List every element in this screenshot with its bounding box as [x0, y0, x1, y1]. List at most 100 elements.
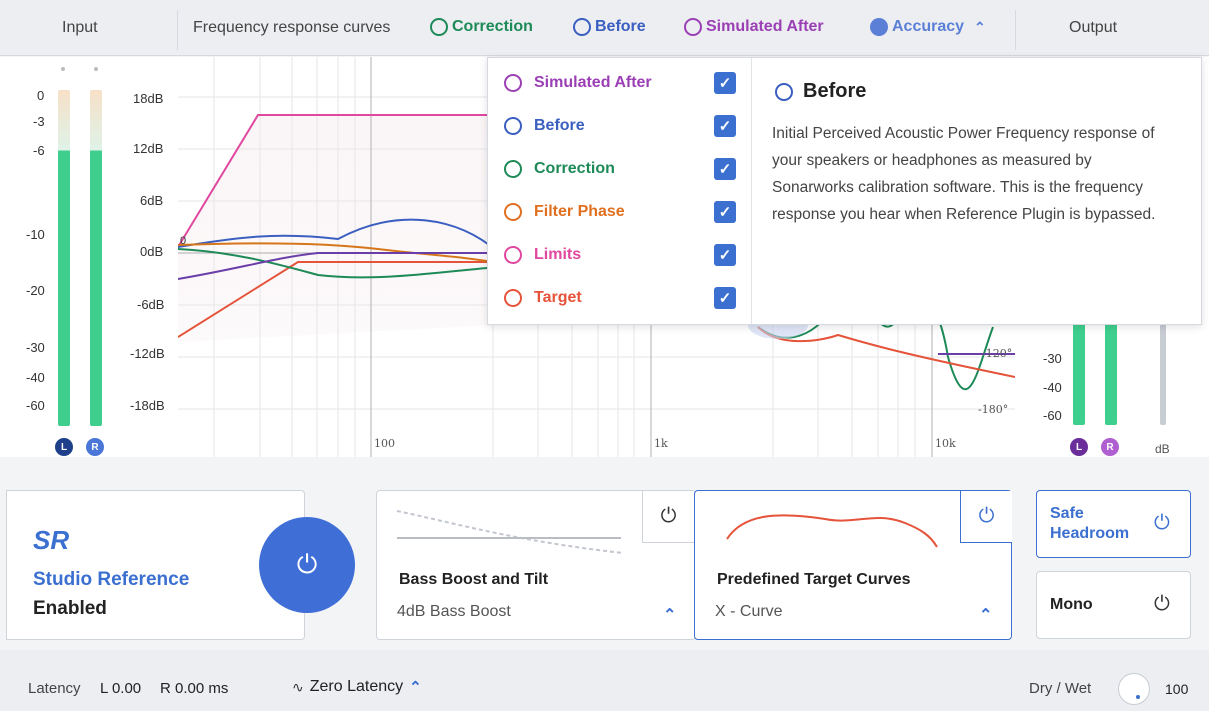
legend-before[interactable]: Before [573, 18, 646, 36]
curves-popover: Simulated After ✓ Before ✓ Correction ✓ … [487, 57, 1202, 325]
curve-label: Before [534, 117, 585, 134]
curve-toggle-target[interactable]: Target ✓ [504, 286, 736, 310]
power-icon: ⏻ [978, 505, 995, 527]
power-icon: ⏻ [296, 549, 318, 579]
curve-toggle-limits[interactable]: Limits ✓ [504, 243, 736, 267]
chevron-up-icon: ⌃ [974, 18, 986, 35]
target-curves-value: X - Curve [715, 603, 783, 620]
dry-wet-value: 100 [1165, 681, 1189, 697]
footer-bar: Latency L 0.00 R 0.00 ms ∿ Zero Latency … [0, 650, 1209, 711]
bass-boost-module[interactable]: ⏻ Bass Boost and Tilt 4dB Bass Boost ⌃ [376, 490, 696, 640]
input-meter-left [58, 90, 70, 426]
power-icon: ⏻ [1154, 593, 1170, 615]
simulated-after-ring-icon [504, 74, 522, 92]
mono-toggle[interactable]: Mono ⏻ [1036, 571, 1191, 639]
meter-scale-label: -60 [1043, 408, 1062, 423]
header-divider [177, 10, 178, 50]
header-bar: Input Frequency response curves Correcti… [0, 0, 1209, 56]
correction-ring-icon [504, 160, 522, 178]
zero-latency-dropdown[interactable]: ∿ Zero Latency ⌃ [292, 678, 422, 696]
meter-scale-label: -20 [26, 283, 45, 298]
safe-headroom-toggle[interactable]: Safe Headroom ⏻ [1036, 490, 1191, 558]
meter-peak-dot [94, 67, 98, 71]
before-ring-icon [504, 117, 522, 135]
db-axis-label: -12dB [130, 346, 165, 361]
mono-label: Mono [1050, 596, 1093, 613]
phase-label: -120° [982, 347, 1013, 360]
chevron-up-icon[interactable]: ⌃ [663, 605, 676, 625]
legend-correction[interactable]: Correction [430, 18, 533, 36]
checkbox-checked-icon[interactable]: ✓ [714, 158, 736, 180]
curve-label: Target [534, 289, 582, 306]
dry-wet-knob[interactable] [1118, 673, 1150, 705]
zero-marker: 0 [180, 235, 187, 247]
checkbox-checked-icon[interactable]: ✓ [714, 72, 736, 94]
meter-scale-label: -6 [33, 143, 45, 158]
target-curve-preview [726, 514, 938, 548]
legend-before-label: Before [595, 18, 646, 35]
chevron-up-icon[interactable]: ⌃ [979, 605, 992, 625]
output-channel-r-badge: R [1101, 438, 1119, 456]
power-icon: ⏻ [1154, 512, 1170, 534]
channel-r-badge: R [86, 438, 104, 456]
before-ring-icon [775, 82, 793, 101]
info-description: Initial Perceived Acoustic Power Frequen… [772, 125, 1156, 223]
curve-toggle-before[interactable]: Before ✓ [504, 114, 736, 138]
curve-toggle-filter-phase[interactable]: Filter Phase ✓ [504, 200, 736, 224]
meter-scale-label: 0 [37, 88, 45, 103]
input-meter-right [90, 90, 102, 426]
studio-reference-name: Studio Reference [33, 569, 190, 590]
meter-scale-label: -40 [26, 370, 45, 385]
checkbox-checked-icon[interactable]: ✓ [714, 287, 736, 309]
target-ring-icon [504, 289, 522, 307]
meter-scale-label: -30 [26, 340, 45, 355]
header-divider [1015, 10, 1016, 50]
freq-label: 10k [935, 437, 956, 450]
power-icon: ⏻ [660, 505, 677, 527]
output-channel-l-badge: L [1070, 438, 1088, 456]
safe-headroom-label-line2: Headroom [1050, 525, 1130, 542]
curves-list: Simulated After ✓ Before ✓ Correction ✓ … [488, 58, 752, 324]
curve-label: Correction [534, 160, 615, 177]
legend-accuracy[interactable]: Accuracy ⌃ [870, 18, 986, 36]
studio-reference-status: Enabled [33, 598, 107, 619]
latency-right-value: R 0.00 ms [160, 680, 229, 697]
legend-accuracy-label: Accuracy [892, 18, 965, 35]
target-curves-power-button[interactable]: ⏻ [960, 491, 1012, 543]
info-title-text: Before [803, 80, 867, 102]
meter-scale-label: -10 [26, 227, 45, 242]
db-axis-label: -6dB [137, 297, 165, 312]
legend-correction-label: Correction [452, 18, 533, 35]
curve-label: Simulated After [534, 74, 652, 91]
bass-boost-value: 4dB Bass Boost [397, 603, 511, 620]
target-curves-module[interactable]: ⏻ Predefined Target Curves X - Curve ⌃ [694, 490, 1012, 640]
meter-scale-label: -30 [1043, 351, 1062, 366]
db-axis-label: 6dB [140, 193, 164, 208]
meter-peak-dot [61, 67, 65, 71]
chevron-up-icon: ⌃ [409, 679, 422, 696]
frequency-response-label: Frequency response curves [193, 19, 391, 36]
meter-scale-label: -40 [1043, 380, 1062, 395]
output-level-track[interactable] [1160, 319, 1166, 425]
curve-label: Limits [534, 246, 582, 263]
freq-label: 100 [374, 437, 395, 450]
phase-label: -180° [978, 403, 1009, 416]
db-axis-label: 18dB [133, 91, 164, 106]
checkbox-checked-icon[interactable]: ✓ [714, 244, 736, 266]
legend-simulated-after-label: Simulated After [706, 18, 824, 35]
curve-toggle-simulated-after[interactable]: Simulated After ✓ [504, 71, 736, 95]
latency-left-value: L 0.00 [100, 680, 142, 697]
checkbox-checked-icon[interactable]: ✓ [714, 115, 736, 137]
checkbox-checked-icon[interactable]: ✓ [714, 201, 736, 223]
meter-scale-label: -3 [33, 114, 45, 129]
correction-ring-icon [430, 18, 448, 36]
legend-simulated-after[interactable]: Simulated After [684, 18, 824, 36]
knob-indicator [1136, 695, 1140, 699]
waveform-icon: ∿ [292, 678, 304, 695]
info-title: Before [775, 80, 866, 103]
db-axis-label: -18dB [130, 398, 165, 413]
bass-boost-power-button[interactable]: ⏻ [642, 491, 694, 543]
main-power-button[interactable]: ⏻ [259, 517, 355, 613]
limits-ring-icon [504, 246, 522, 264]
curve-toggle-correction[interactable]: Correction ✓ [504, 157, 736, 181]
